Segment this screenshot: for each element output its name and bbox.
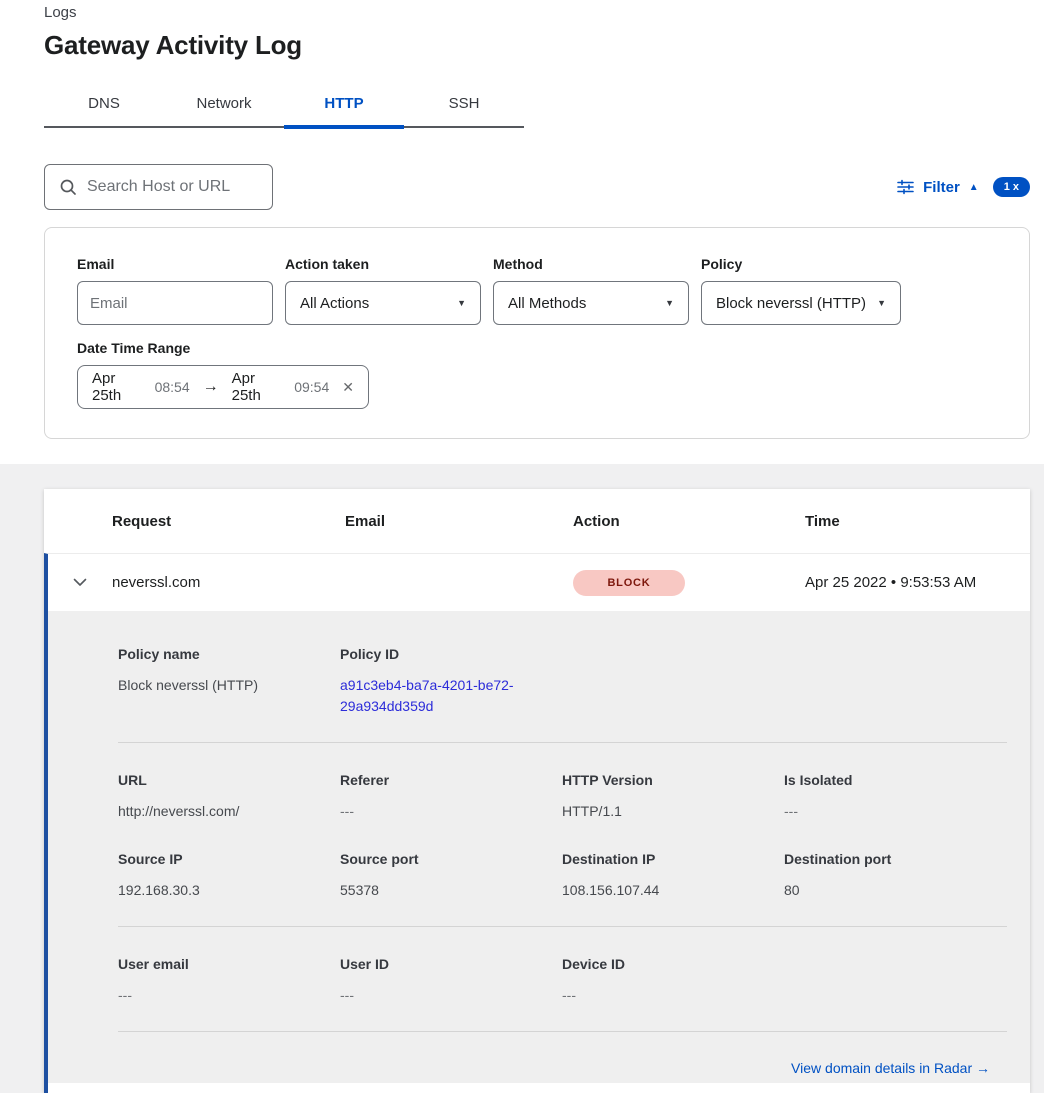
block-status-badge: BLOCK <box>573 570 685 596</box>
detail-field: HTTP Version HTTP/1.1 <box>562 772 784 822</box>
detail-field: URL http://neverssl.com/ <box>118 772 340 822</box>
action-taken-value: All Actions <box>300 295 369 312</box>
page-title: Gateway Activity Log <box>44 30 1030 61</box>
table-row[interactable]: neverssl.com BLOCK Apr 25 2022 • 9:53:53… <box>44 553 1030 611</box>
detail-field: User email --- <box>118 956 340 1006</box>
active-tab-indicator <box>284 125 404 129</box>
email-column-header: Email <box>345 513 573 530</box>
filter-sliders-icon <box>897 179 914 195</box>
filter-panel: Email Action taken All Actions ▼ Method … <box>44 227 1030 439</box>
policy-details-section: Policy name Block neverssl (HTTP) Policy… <box>118 611 1030 742</box>
breadcrumb[interactable]: Logs <box>44 4 1030 21</box>
method-select[interactable]: All Methods ▼ <box>493 281 689 325</box>
policy-id-label: Policy ID <box>340 646 640 662</box>
detail-field: Source IP 192.168.30.3 <box>118 851 340 901</box>
detail-field: User ID --- <box>340 956 562 1006</box>
log-table: Request Email Action Time neverssl.com B… <box>44 489 1030 1093</box>
chevron-down-icon: ▼ <box>457 298 466 308</box>
email-filter-input[interactable] <box>77 281 273 325</box>
filter-controls: Filter ▲ 1 x <box>897 177 1030 197</box>
action-taken-label: Action taken <box>285 256 481 272</box>
policy-id-link[interactable]: a91c3eb4-ba7a-4201-be72-29a934dd359d <box>340 675 536 717</box>
action-taken-filter: Action taken All Actions ▼ <box>285 256 481 325</box>
policy-name-field: Policy name Block neverssl (HTTP) <box>118 646 340 717</box>
policy-name-value: Block neverssl (HTTP) <box>118 675 340 696</box>
date-range-label: Date Time Range <box>77 340 1029 356</box>
policy-value: Block neverssl (HTTP) <box>716 295 866 312</box>
page-header: Logs Gateway Activity Log DNS Network HT… <box>0 0 1044 439</box>
search-input[interactable] <box>87 178 260 196</box>
chevron-down-icon: ▼ <box>665 298 674 308</box>
row-details-panel: Policy name Block neverssl (HTTP) Policy… <box>44 611 1030 1083</box>
range-start-time[interactable]: 08:54 <box>155 379 190 395</box>
arrow-right-icon: → <box>203 378 219 396</box>
email-filter-label: Email <box>77 256 273 272</box>
search-filter-row: Filter ▲ 1 x <box>44 164 1030 210</box>
table-header-row: Request Email Action Time <box>44 489 1030 553</box>
range-end-time[interactable]: 09:54 <box>294 379 329 395</box>
row-time-value: Apr 25 2022 • 9:53:53 AM <box>805 574 1030 591</box>
policy-filter: Policy Block neverssl (HTTP) ▼ <box>701 256 901 325</box>
chevron-down-icon: ▼ <box>877 298 886 308</box>
request-column-header: Request <box>112 513 345 530</box>
detail-field: Source port 55378 <box>340 851 562 901</box>
radar-details-link[interactable]: View domain details in Radar → <box>791 1060 990 1076</box>
row-expand-chevron-icon[interactable] <box>68 571 92 595</box>
method-filter: Method All Methods ▼ <box>493 256 689 325</box>
range-end-date[interactable]: Apr 25th <box>232 370 286 404</box>
filter-toggle[interactable]: Filter <box>923 179 960 196</box>
detail-field: Destination port 80 <box>784 851 1006 901</box>
policy-select[interactable]: Block neverssl (HTTP) ▼ <box>701 281 901 325</box>
log-table-section: Request Email Action Time neverssl.com B… <box>0 464 1044 1093</box>
detail-field: Destination IP 108.156.107.44 <box>562 851 784 901</box>
next-row-partial <box>44 1083 1030 1093</box>
action-column-header: Action <box>573 513 805 530</box>
detail-field: Is Isolated --- <box>784 772 1006 822</box>
policy-name-label: Policy name <box>118 646 340 662</box>
date-time-range-filter: Date Time Range Apr 25th 08:54 → Apr 25t… <box>77 340 1029 409</box>
http-details-section: URL http://neverssl.com/ Referer --- HTT… <box>118 743 1030 926</box>
search-icon <box>59 178 77 196</box>
date-range-picker[interactable]: Apr 25th 08:54 → Apr 25th 09:54 ✕ <box>77 365 369 409</box>
action-taken-select[interactable]: All Actions ▼ <box>285 281 481 325</box>
tab-ssh[interactable]: SSH <box>404 85 524 126</box>
filter-count-badge[interactable]: 1 x <box>993 177 1030 197</box>
method-label: Method <box>493 256 689 272</box>
row-request-value: neverssl.com <box>112 574 345 591</box>
policy-label: Policy <box>701 256 901 272</box>
tab-dns[interactable]: DNS <box>44 85 164 126</box>
detail-field: Device ID --- <box>562 956 784 1006</box>
method-value: All Methods <box>508 295 586 312</box>
tab-network[interactable]: Network <box>164 85 284 126</box>
time-column-header: Time <box>805 513 1030 530</box>
user-details-section: User email --- User ID --- Device ID --- <box>118 927 1030 1031</box>
range-start-date[interactable]: Apr 25th <box>92 370 146 404</box>
details-footer: View domain details in Radar → <box>118 1032 1030 1078</box>
collapse-caret-icon[interactable]: ▲ <box>969 182 979 193</box>
policy-id-field: Policy ID a91c3eb4-ba7a-4201-be72-29a934… <box>340 646 640 717</box>
tab-http[interactable]: HTTP <box>284 85 404 126</box>
clear-date-range-icon[interactable]: ✕ <box>342 379 354 396</box>
detail-field: Referer --- <box>340 772 562 822</box>
email-filter: Email <box>77 256 273 325</box>
search-box[interactable] <box>44 164 273 210</box>
tab-bar: DNS Network HTTP SSH <box>44 85 524 128</box>
